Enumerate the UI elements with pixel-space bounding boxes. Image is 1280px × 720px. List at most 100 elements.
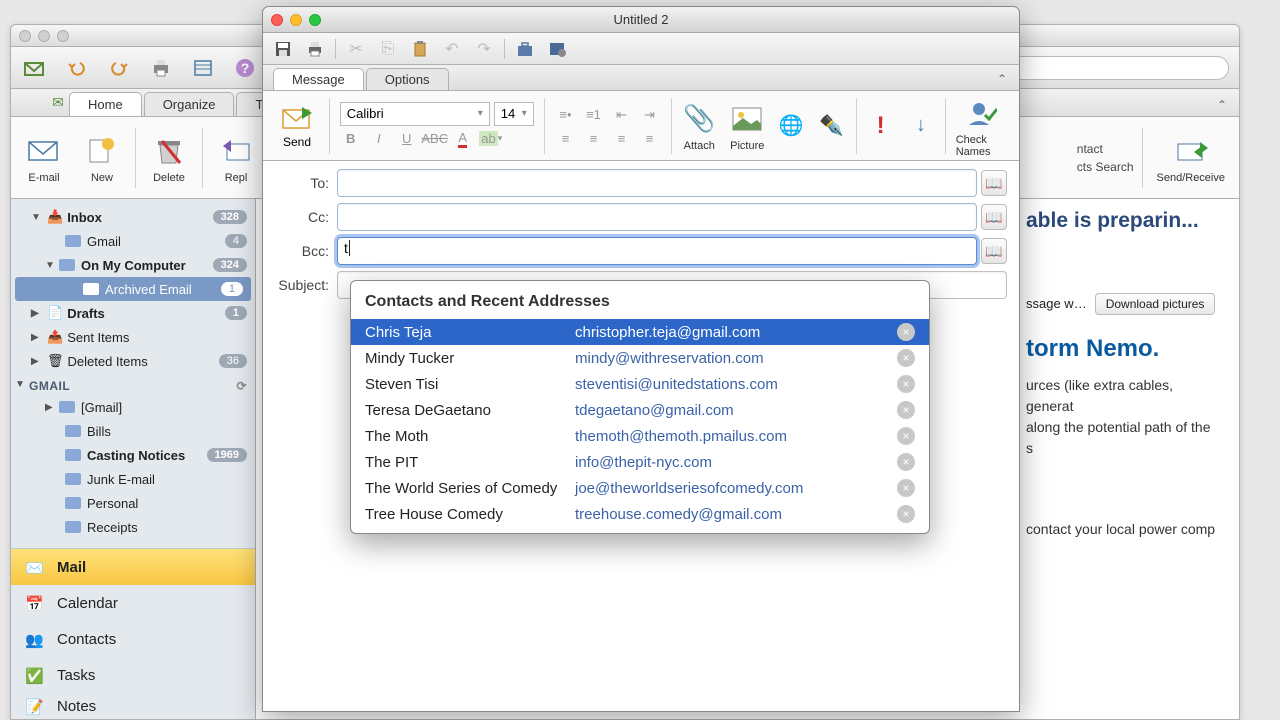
remove-suggestion-icon[interactable]: × [897,401,915,419]
check-names-button[interactable]: Check Names [950,90,1013,162]
suggestion-row[interactable]: The PITinfo@thepit-nyc.com× [351,449,929,475]
compose-icon[interactable] [21,54,49,82]
remove-suggestion-icon[interactable]: × [897,323,915,341]
remove-suggestion-icon[interactable]: × [897,375,915,393]
remove-suggestion-icon[interactable]: × [897,505,915,523]
undo-icon[interactable] [63,54,91,82]
zoom-icon[interactable] [309,14,321,26]
sidebar-item-inbox[interactable]: ▼📥 Inbox328 [11,205,255,229]
tab-options[interactable]: Options [366,68,449,90]
ribbon-collapse-icon[interactable]: ⌃ [993,68,1011,90]
email-button[interactable]: E-mail [19,128,69,188]
tab-organize[interactable]: Organize [144,92,235,116]
strike-button[interactable]: ABC [422,128,448,150]
signature-button[interactable]: ✒️ [811,103,851,149]
copy-icon[interactable]: ⎘ [376,37,400,61]
minimize-icon[interactable] [290,14,302,26]
remove-suggestion-icon[interactable]: × [897,349,915,367]
send-receive-button[interactable]: Send/Receive [1151,128,1232,188]
align-center-button[interactable]: ≡ [581,128,607,150]
attach-button[interactable]: 📎Attach [675,96,723,156]
sidebar-item-drafts[interactable]: ▶📄 Drafts1 [11,301,255,325]
italic-button[interactable]: I [366,128,392,150]
sidebar-item-deleted[interactable]: ▶🗑 Deleted Items36 [11,349,255,373]
list-icon[interactable] [189,54,217,82]
new-button[interactable]: New [77,128,127,188]
close-icon[interactable] [19,30,31,42]
sidebar-item-personal[interactable]: Personal [11,491,255,515]
toolbox-icon[interactable] [513,37,537,61]
sidebar-item-archived[interactable]: Archived Email1 [15,277,251,301]
media-icon[interactable] [545,37,569,61]
redo-icon[interactable]: ↷ [472,37,496,61]
minimize-icon[interactable] [38,30,50,42]
priority-high-button[interactable]: ! [860,103,900,149]
suggestion-row[interactable]: Chris Tejachristopher.teja@gmail.com× [351,319,929,345]
bullets-button[interactable]: ≡• [553,104,579,126]
to-field[interactable] [337,169,977,197]
paste-icon[interactable] [408,37,432,61]
remove-suggestion-icon[interactable]: × [897,453,915,471]
download-pictures-button[interactable]: Download pictures [1095,293,1216,315]
indent-button[interactable]: ⇥ [637,104,663,126]
help-icon[interactable]: ? [231,54,259,82]
sidebar-item-bills[interactable]: Bills [11,419,255,443]
priority-low-button[interactable]: ↓ [901,103,941,149]
align-justify-button[interactable]: ≡ [637,128,663,150]
undo-icon[interactable]: ↶ [440,37,464,61]
print-icon[interactable] [147,54,175,82]
send-button[interactable]: Send [269,99,325,153]
bcc-field[interactable]: t [337,237,977,265]
cut-icon[interactable]: ✂ [344,37,368,61]
font-size-select[interactable]: 14▾ [494,102,534,126]
print-icon[interactable] [303,37,327,61]
cc-field[interactable] [337,203,977,231]
suggestion-row[interactable]: Steven Tisisteventisi@unitedstations.com… [351,371,929,397]
bold-button[interactable]: B [338,128,364,150]
remove-suggestion-icon[interactable]: × [897,479,915,497]
contacts-search-label[interactable]: cts Search [1077,160,1134,174]
sidebar-item-gmail-folder[interactable]: Gmail4 [11,229,255,253]
sidebar-item-casting[interactable]: Casting Notices1969 [11,443,255,467]
app-contacts[interactable]: 👥Contacts [11,621,255,657]
hyperlink-button[interactable]: 🌐 [771,103,811,149]
redo-icon[interactable] [105,54,133,82]
sidebar-item-gmail-bracket[interactable]: ▶[Gmail] [11,395,255,419]
align-right-button[interactable]: ≡ [609,128,635,150]
sidebar-item-sent[interactable]: ▶📤 Sent Items [11,325,255,349]
tab-message[interactable]: Message [273,68,364,90]
font-color-button[interactable]: A [450,128,476,150]
suggestion-row[interactable]: Tree House Comedytreehouse.comedy@gmail.… [351,501,929,527]
save-icon[interactable] [271,37,295,61]
remove-suggestion-icon[interactable]: × [897,427,915,445]
app-notes[interactable]: 📝Notes [11,693,255,719]
zoom-icon[interactable] [57,30,69,42]
suggestion-row[interactable]: The Moththemoth@themoth.pmailus.com× [351,423,929,449]
ribbon-collapse-icon[interactable]: ⌃ [1213,94,1231,116]
reply-button[interactable]: Repl [211,128,261,188]
app-calendar[interactable]: 📅Calendar [11,585,255,621]
sidebar-item-receipts[interactable]: Receipts [11,515,255,539]
font-family-select[interactable]: Calibri▾ [340,102,490,126]
close-icon[interactable] [271,14,283,26]
underline-button[interactable]: U [394,128,420,150]
delete-button[interactable]: Delete [144,128,194,188]
cc-addressbook-button[interactable]: 📖 [981,204,1007,230]
tab-home[interactable]: Home [69,92,142,116]
app-tasks[interactable]: ✅Tasks [11,657,255,693]
picture-button[interactable]: Picture [723,96,771,156]
numbering-button[interactable]: ≡1 [581,104,607,126]
suggestion-row[interactable]: Mindy Tuckermindy@withreservation.com× [351,345,929,371]
sidebar-item-junk[interactable]: Junk E-mail [11,467,255,491]
suggestion-row[interactable]: The World Series of Comedyjoe@theworldse… [351,475,929,501]
highlight-button[interactable]: ab▾ [478,128,504,150]
sidebar-section-gmail[interactable]: ▼GMAIL⟳ [11,373,255,395]
outdent-button[interactable]: ⇤ [609,104,635,126]
sidebar-item-on-my-computer[interactable]: ▼On My Computer324 [11,253,255,277]
mail-tab-icon[interactable]: ✉ [49,88,67,116]
to-addressbook-button[interactable]: 📖 [981,170,1007,196]
compose-titlebar[interactable]: Untitled 2 [263,7,1019,33]
suggestion-row[interactable]: Teresa DeGaetanotdegaetano@gmail.com× [351,397,929,423]
app-mail[interactable]: ✉️Mail [11,549,255,585]
bcc-addressbook-button[interactable]: 📖 [981,238,1007,264]
